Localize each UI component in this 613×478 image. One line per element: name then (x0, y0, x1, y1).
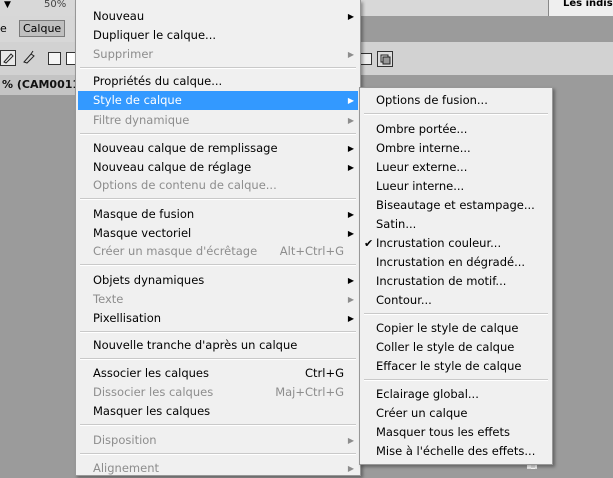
menu-item-dupliquer[interactable]: Dupliquer le calque... (78, 26, 358, 45)
menu-item-pixellisation[interactable]: Pixellisation ▶ (78, 309, 358, 328)
submenu-arrow-icon: ▶ (347, 276, 354, 285)
submenu-item-biseautage[interactable]: Biseautage et estampage... (362, 196, 550, 215)
menu-item-disposition: Disposition ▶ (78, 431, 358, 450)
calque-menu: Nouveau ▶ Dupliquer le calque... Supprime… (75, 0, 361, 476)
submenu-item-satin[interactable]: Satin... (362, 215, 550, 234)
menu-separator (364, 113, 548, 115)
menu-item-filtre-dynamique: Filtre dynamique ▶ (78, 111, 358, 130)
menu-separator (80, 198, 356, 200)
menu-item-style-de-calque[interactable]: Style de calque ▶ (78, 91, 358, 110)
options-bar-right (360, 42, 613, 75)
submenu-arrow-icon: ▶ (347, 163, 354, 172)
submenu-item-copier-style[interactable]: Copier le style de calque (362, 319, 550, 338)
menu-fragment[interactable]: e (0, 22, 7, 35)
menu-separator (80, 133, 356, 135)
submenu-arrow-icon: ▶ (347, 144, 354, 153)
document-tab[interactable]: % (CAM00112, (0, 75, 92, 95)
submenu-item-lueur-interne[interactable]: Lueur interne... (362, 177, 550, 196)
submenu-arrow-icon: ▶ (347, 295, 354, 304)
menu-item-calque-reglage[interactable]: Nouveau calque de réglage ▶ (78, 158, 358, 177)
menu-separator (80, 67, 356, 69)
submenu-item-masquer-effets[interactable]: Masquer tous les effets (362, 423, 550, 442)
move-tool-icon[interactable] (0, 50, 16, 66)
menu-item-nouveau[interactable]: Nouveau ▶ (78, 7, 358, 26)
menu-item-supprimer: Supprimer ▶ (78, 45, 358, 64)
options-bar (0, 42, 80, 75)
menu-item-masque-vectoriel[interactable]: Masque vectoriel ▶ (78, 224, 358, 243)
menu-bar: e Calque (0, 16, 80, 42)
submenu-arrow-icon: ▶ (347, 229, 354, 238)
submenu-item-ombre-portee[interactable]: Ombre portée... (362, 120, 550, 139)
submenu-item-incrustation-motif[interactable]: Incrustation de motif... (362, 272, 550, 291)
check-icon: ✔ (364, 237, 374, 250)
panel-header-label: Les indis (563, 0, 613, 9)
menu-separator (364, 379, 548, 381)
submenu-item-effacer-style[interactable]: Effacer le style de calque (362, 357, 550, 376)
menu-item-texte: Texte ▶ (78, 290, 358, 309)
submenu-arrow-icon: ▶ (347, 314, 354, 323)
dropdown-chevron-icon[interactable]: ▼ (4, 0, 11, 10)
submenu-item-incrustation-couleur[interactable]: ✔ Incrustation couleur... (362, 234, 550, 253)
submenu-item-ombre-interne[interactable]: Ombre interne... (362, 139, 550, 158)
submenu-arrow-icon: ▶ (347, 12, 354, 21)
pen-tool-icon[interactable] (22, 50, 36, 64)
menu-separator (80, 453, 356, 455)
submenu-item-lueur-externe[interactable]: Lueur externe... (362, 158, 550, 177)
submenu-arrow-icon: ▶ (347, 436, 354, 445)
submenu-arrow-icon: ▶ (347, 96, 354, 105)
menu-separator (80, 358, 356, 360)
submenu-item-creer-calque[interactable]: Créer un calque (362, 404, 550, 423)
menu-calque[interactable]: Calque (19, 20, 66, 37)
menu-item-masquer[interactable]: Masquer les calques (78, 402, 358, 421)
menu-item-dissocier: Dissocier les calques Maj+Ctrl+G (93, 385, 344, 399)
menu-separator (80, 264, 356, 266)
menu-separator (364, 313, 548, 315)
zoom-level: 50% (44, 0, 67, 10)
submenu-item-contour[interactable]: Contour... (362, 291, 550, 310)
menu-item-objets-dynamiques[interactable]: Objets dynamiques ▶ (78, 271, 358, 290)
submenu-arrow-icon: ▶ (347, 210, 354, 219)
submenu-item-coller-style[interactable]: Coller le style de calque (362, 338, 550, 357)
style-de-calque-submenu: Options de fusion... Ombre portée... Omb… (359, 87, 553, 465)
panel-header: Les indis (548, 0, 613, 16)
menu-item-options-contenu: Options de contenu de calque... (93, 178, 277, 192)
menu-item-calque-remplissage[interactable]: Nouveau calque de remplissage ▶ (78, 139, 358, 158)
square-option-icon[interactable] (48, 52, 61, 65)
submenu-arrow-icon: ▶ (347, 50, 354, 59)
menu-item-associer[interactable]: Associer les calques Ctrl+G (78, 364, 358, 383)
menu-item-masque-fusion[interactable]: Masque de fusion ▶ (78, 205, 358, 224)
combine-option-icon[interactable] (377, 51, 393, 67)
menu-separator (80, 331, 356, 333)
submenu-arrow-icon: ▶ (347, 116, 354, 125)
menu-item-proprietes[interactable]: Propriétés du calque... (78, 72, 358, 91)
submenu-item-options-fusion[interactable]: Options de fusion... (362, 91, 550, 110)
submenu-item-incrustation-degrade[interactable]: Incrustation en dégradé... (362, 253, 550, 272)
menu-item-masque-ecretage: Créer un masque d'écrêtage Alt+Ctrl+G (93, 244, 344, 258)
submenu-item-eclairage-global[interactable]: Eclairage global... (362, 385, 550, 404)
menu-separator (80, 424, 356, 426)
align-option-icon[interactable] (360, 53, 372, 65)
menu-item-nouvelle-tranche[interactable]: Nouvelle tranche d'après un calque (78, 336, 358, 355)
submenu-item-mise-echelle[interactable]: Mise à l'échelle des effets... (362, 442, 550, 461)
